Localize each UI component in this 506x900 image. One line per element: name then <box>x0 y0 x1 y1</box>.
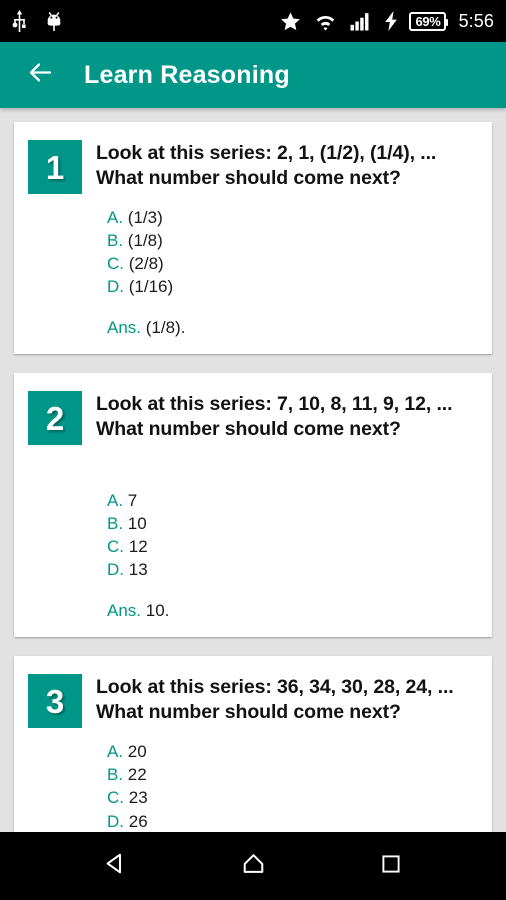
question-number-badge: 2 <box>28 391 82 446</box>
option-value: (2/8) <box>128 254 164 274</box>
battery-level: 69% <box>415 13 441 29</box>
option-key: D. <box>107 277 124 297</box>
option-value: 13 <box>128 560 148 580</box>
question-body: A. (1/3) B. (1/8) C. (2/8) D. (1/16) Ans… <box>28 194 476 338</box>
phone-screen: 69% 5:56 Learn Reasoning 1 Look at this … <box>0 0 506 900</box>
option-key: B. <box>107 765 124 785</box>
option-value: 26 <box>128 811 148 831</box>
option-row[interactable]: A. 20 <box>107 742 476 762</box>
nav-recents-button[interactable] <box>363 838 419 894</box>
star-icon <box>280 11 301 32</box>
answer-value: 10. <box>145 601 170 621</box>
option-value: 20 <box>127 742 147 762</box>
option-key: B. <box>107 514 124 534</box>
option-key: C. <box>107 254 124 274</box>
back-arrow-icon <box>27 59 54 91</box>
option-value: 22 <box>127 765 147 785</box>
question-header: 2 Look at this series: 7, 10, 8, 11, 9, … <box>28 391 476 446</box>
status-bar-right-icons: 69% 5:56 <box>280 11 494 32</box>
question-number-badge: 1 <box>28 140 82 194</box>
option-row[interactable]: C. 12 <box>107 537 476 557</box>
status-bar: 69% 5:56 <box>0 0 506 42</box>
option-value: 23 <box>128 788 148 808</box>
nav-recents-icon <box>379 852 403 881</box>
option-value: (1/8) <box>127 231 163 251</box>
option-row[interactable]: B. 22 <box>107 765 476 785</box>
question-text: Look at this series: 2, 1, (1/2), (1/4),… <box>96 142 437 189</box>
app-bar: Learn Reasoning <box>0 42 506 108</box>
option-row[interactable]: B. 10 <box>107 514 476 534</box>
option-row[interactable]: D. (1/16) <box>107 277 476 297</box>
option-value: 7 <box>127 491 138 511</box>
question-text: Look at this series: 7, 10, 8, 11, 9, 12… <box>96 393 453 441</box>
option-key: A. <box>107 491 124 511</box>
answer-label: Ans. <box>107 601 142 621</box>
option-key: A. <box>107 742 124 762</box>
question-number-badge: 3 <box>28 674 82 729</box>
option-row[interactable]: B. (1/8) <box>107 231 476 251</box>
status-bar-left-icons <box>12 10 63 32</box>
nav-back-icon <box>102 850 129 882</box>
option-row[interactable]: C. (2/8) <box>107 254 476 274</box>
wifi-icon <box>314 12 337 31</box>
battery-indicator: 69% <box>409 11 448 31</box>
answer-row: Ans. (1/8). <box>107 318 476 338</box>
answer-row: Ans. 10. <box>107 601 476 621</box>
option-key: D. <box>107 560 124 580</box>
question-card[interactable]: 1 Look at this series: 2, 1, (1/2), (1/4… <box>14 122 492 355</box>
option-row[interactable]: A. (1/3) <box>107 208 476 228</box>
question-text: Look at this series: 36, 34, 30, 28, 24,… <box>96 676 454 724</box>
charging-bolt-icon <box>384 11 398 31</box>
option-row[interactable]: D. 13 <box>107 560 476 580</box>
option-row[interactable]: C. 23 <box>107 788 476 808</box>
back-button[interactable] <box>18 53 62 97</box>
signal-icon <box>350 12 371 31</box>
question-card[interactable]: 2 Look at this series: 7, 10, 8, 11, 9, … <box>14 373 492 638</box>
status-bar-clock: 5:56 <box>458 10 494 31</box>
question-header: 1 Look at this series: 2, 1, (1/2), (1/4… <box>28 140 476 194</box>
question-body: A. 20 B. 22 C. 23 D. 26 Ans. 22. <box>28 728 476 832</box>
option-key: C. <box>107 788 124 808</box>
option-value: 12 <box>128 537 148 557</box>
usb-icon <box>12 10 27 32</box>
option-value: (1/3) <box>127 208 163 227</box>
option-row[interactable]: D. 26 <box>107 812 476 832</box>
option-value: (1/16) <box>128 277 174 297</box>
android-nav-bar <box>0 832 506 900</box>
nav-home-icon <box>240 850 267 882</box>
android-debug-icon <box>45 10 63 32</box>
answer-value: (1/8). <box>145 318 186 338</box>
option-key: B. <box>107 231 124 251</box>
question-header: 3 Look at this series: 36, 34, 30, 28, 2… <box>28 674 476 729</box>
nav-home-button[interactable] <box>225 838 281 894</box>
answer-label: Ans. <box>107 318 142 338</box>
option-row[interactable]: A. 7 <box>107 491 476 511</box>
option-key: C. <box>107 537 124 557</box>
option-key: D. <box>107 811 124 831</box>
page-title: Learn Reasoning <box>84 60 290 89</box>
question-card[interactable]: 3 Look at this series: 36, 34, 30, 28, 2… <box>14 656 492 832</box>
question-body: A. 7 B. 10 C. 12 D. 13 Ans. 10. <box>28 445 476 621</box>
question-list[interactable]: 1 Look at this series: 2, 1, (1/2), (1/4… <box>0 108 506 832</box>
nav-back-button[interactable] <box>87 838 143 894</box>
option-value: 10 <box>127 514 147 534</box>
option-key: A. <box>107 208 124 227</box>
